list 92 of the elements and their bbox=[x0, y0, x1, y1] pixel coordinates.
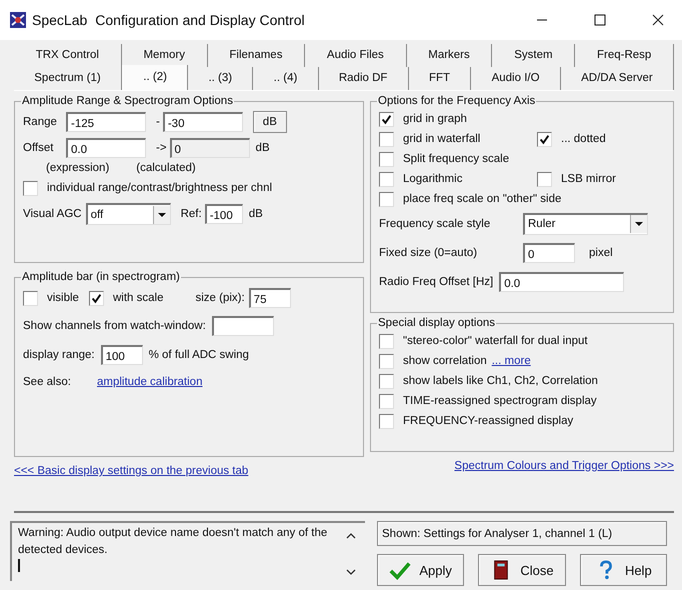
scroll-down-icon[interactable] bbox=[345, 567, 357, 577]
checkbox[interactable] bbox=[379, 132, 394, 146]
scroll-up-icon[interactable] bbox=[345, 531, 357, 541]
checkbox[interactable] bbox=[379, 394, 394, 408]
size-field[interactable]: 75 bbox=[248, 288, 291, 308]
checkbox-label: visible bbox=[47, 292, 79, 304]
warning-message: Warning: Audio output device name doesn't match any of the detected devices. bbox=[18, 526, 328, 558]
previous-tab-link[interactable]: <<< Basic display settings on the previous tab bbox=[14, 465, 364, 477]
checkbox-label: LSB mirror bbox=[561, 173, 616, 185]
checkbox[interactable] bbox=[379, 152, 394, 166]
field-caption: (expression) bbox=[46, 162, 110, 174]
tab[interactable]: FFT bbox=[408, 67, 472, 90]
app-name: SpecLab bbox=[32, 12, 88, 28]
checkbox-label: with scale bbox=[112, 292, 164, 304]
agc-label: Visual AGC bbox=[23, 208, 82, 220]
checkbox-label: Split frequency scale bbox=[403, 153, 510, 165]
fixed-size-label: Fixed size (0=auto) bbox=[379, 246, 478, 258]
watch-window-field[interactable] bbox=[212, 316, 274, 336]
tab[interactable]: .. (2) bbox=[122, 65, 188, 90]
checkbox-label: place freq scale on "other" side bbox=[403, 193, 562, 205]
checkbox-label: show correlation bbox=[403, 355, 487, 367]
range-from-field[interactable]: -125 bbox=[66, 112, 146, 132]
text-cursor bbox=[18, 559, 20, 572]
apply-button[interactable]: Apply bbox=[377, 554, 464, 586]
calculated-field: 0 bbox=[170, 138, 250, 158]
scale-style-label: Frequency scale style bbox=[379, 218, 492, 230]
group-title: Special display options bbox=[377, 317, 496, 329]
maximize-icon[interactable] bbox=[594, 14, 606, 26]
tab[interactable]: Filenames bbox=[208, 44, 306, 67]
caret-icon bbox=[152, 206, 170, 224]
checkbox[interactable] bbox=[23, 180, 38, 196]
checkbox[interactable] bbox=[379, 112, 394, 126]
checkbox[interactable] bbox=[379, 334, 394, 348]
unit-label: pixel bbox=[589, 246, 613, 258]
group-title: Amplitude bar (in spectrogram) bbox=[21, 271, 181, 283]
see-also-label: See also: bbox=[23, 376, 72, 388]
checkmark-icon bbox=[389, 560, 412, 580]
fixed-size-field[interactable]: 0 bbox=[523, 242, 575, 262]
more-link[interactable]: ... more bbox=[492, 355, 531, 367]
tab[interactable]: Radio DF bbox=[318, 67, 409, 90]
unit-label: dB bbox=[256, 142, 270, 154]
checkbox-label: FREQUENCY-reassigned display bbox=[403, 415, 574, 427]
checkbox-label: grid in waterfall bbox=[403, 133, 482, 145]
display-range-field[interactable]: 100 bbox=[100, 344, 143, 364]
checkbox[interactable] bbox=[537, 172, 552, 186]
help-button[interactable]: Help bbox=[580, 554, 667, 586]
watch-window-label: Show channels from watch-window: bbox=[23, 320, 206, 332]
field-caption: (calculated) bbox=[136, 162, 196, 174]
offset-label: Offset bbox=[23, 142, 54, 154]
group-title: Options for the Frequency Axis bbox=[377, 95, 536, 107]
checkbox[interactable] bbox=[379, 374, 394, 388]
caret-icon bbox=[630, 215, 647, 233]
range-label: Range bbox=[23, 116, 58, 128]
checkbox-label: grid in graph bbox=[403, 113, 467, 125]
checkbox[interactable] bbox=[88, 290, 104, 306]
freq-offset-label: Radio Freq Offset [Hz] bbox=[379, 276, 494, 288]
unit-button[interactable]: dB bbox=[252, 111, 287, 133]
display-range-label: display range: bbox=[23, 348, 95, 360]
window-title: Configuration and Display Control bbox=[95, 12, 305, 28]
app-icon bbox=[10, 12, 26, 28]
ref-label: Ref: bbox=[180, 208, 202, 220]
checkbox-label: TIME-reassigned spectrogram display bbox=[403, 395, 597, 407]
scale-style-dropdown[interactable]: Ruler bbox=[523, 212, 648, 234]
close-icon[interactable] bbox=[652, 14, 664, 26]
range-separator: - bbox=[156, 116, 160, 128]
close-button[interactable]: Close bbox=[478, 554, 566, 586]
checkbox[interactable] bbox=[379, 192, 394, 206]
checkbox[interactable] bbox=[537, 132, 552, 146]
offset-field[interactable]: 0.0 bbox=[66, 138, 146, 158]
checkbox[interactable] bbox=[23, 290, 38, 306]
tab[interactable]: Markers bbox=[406, 44, 492, 67]
checkbox[interactable] bbox=[379, 354, 394, 368]
group-title: Amplitude Range & Spectrogram Options bbox=[21, 95, 234, 107]
checkbox-label: ... dotted bbox=[561, 133, 606, 145]
freq-offset-field[interactable]: 0.0 bbox=[499, 272, 624, 292]
checkbox-label: Logarithmic bbox=[403, 173, 464, 185]
checkbox-label: individual range/contrast/brightness per chnl bbox=[47, 182, 272, 194]
size-label: size (pix): bbox=[195, 292, 245, 304]
ref-field[interactable]: -100 bbox=[204, 204, 243, 224]
checkbox-label: show labels like Ch1, Ch2, Correlation bbox=[403, 375, 598, 387]
unit-label: % of full ADC swing bbox=[148, 348, 249, 360]
checkbox[interactable] bbox=[379, 172, 394, 186]
checkbox[interactable] bbox=[379, 414, 394, 428]
arrow-text: -> bbox=[156, 142, 167, 154]
shown-settings-button[interactable]: Shown: Settings for Analyser 1, channel 1 (L) bbox=[377, 521, 667, 546]
checkbox-label: "stereo-color" waterfall for dual input bbox=[403, 335, 588, 347]
next-tab-link[interactable]: Spectrum Colours and Trigger Options >>> bbox=[454, 460, 674, 472]
unit-label: dB bbox=[248, 208, 263, 220]
agc-dropdown[interactable]: off bbox=[86, 203, 171, 225]
tab[interactable]: Memory bbox=[122, 44, 208, 67]
range-to-field[interactable]: -30 bbox=[162, 112, 243, 132]
calibration-link[interactable]: amplitude calibration bbox=[97, 376, 202, 388]
